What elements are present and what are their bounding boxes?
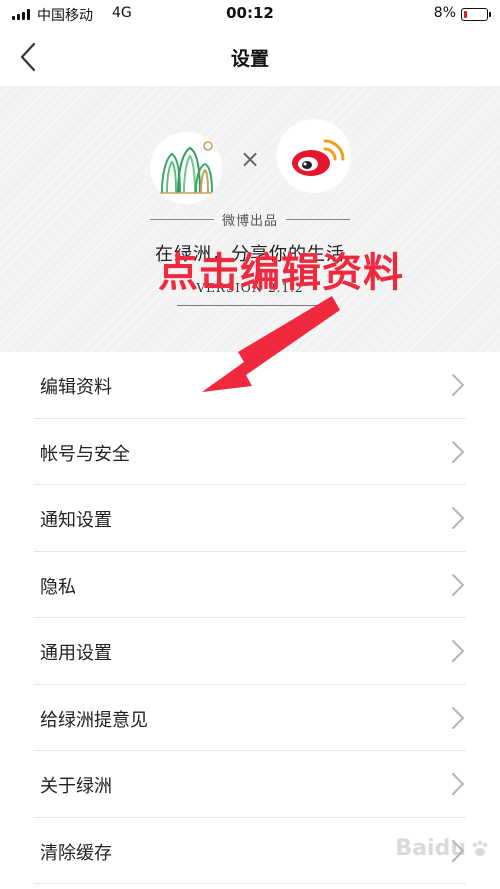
menu-item-label: 通用设置 — [40, 643, 112, 664]
chevron-right-icon — [452, 706, 464, 729]
menu-item-edit-profile[interactable]: 编辑资料 — [34, 352, 466, 419]
status-bar: 中国移动 4G 00:12 8% — [0, 0, 500, 28]
menu-item-label: 编辑资料 — [40, 377, 112, 398]
chevron-right-icon — [452, 440, 464, 463]
battery-icon — [461, 8, 491, 21]
menu-item-label: 通知设置 — [40, 510, 112, 531]
menu-item-about[interactable]: 关于绿洲 — [34, 751, 466, 818]
menu-item-label: 隐私 — [40, 576, 76, 598]
menu-item-feedback[interactable]: 给绿洲提意见 — [34, 685, 466, 751]
menu-item-label: 清除缓存 — [40, 842, 112, 864]
chevron-right-icon — [452, 573, 464, 596]
watermark: Baidu — [395, 836, 490, 861]
weibo-logo-icon — [277, 119, 351, 193]
menu-item-privacy[interactable]: 隐私 — [34, 552, 466, 618]
menu-item-label: 帐号与安全 — [40, 443, 130, 465]
brand-row: 微博出品 — [150, 209, 351, 229]
chevron-right-icon — [452, 640, 464, 662]
chevron-right-icon — [452, 507, 464, 529]
page-title: 设置 — [230, 48, 269, 70]
watermark-text: Baidu — [395, 836, 466, 861]
menu-item-account-security[interactable]: 帐号与安全 — [34, 419, 466, 485]
menu-item-notification-settings[interactable]: 通知设置 — [34, 485, 466, 552]
collaboration-x-mark: × — [240, 145, 261, 173]
menu-item-label: 关于绿洲 — [40, 776, 112, 797]
settings-menu: 编辑资料 帐号与安全 通知设置 隐私 通用设置 给绿洲提意见 关于绿洲 清除缓存 — [0, 352, 500, 884]
app-banner: × 微博出品 在绿洲，分享你的生活 VERSION 2.1.2 — [0, 86, 500, 352]
tutorial-annotation: 点击编辑资料 — [158, 250, 404, 296]
paw-icon — [472, 840, 488, 856]
chevron-right-icon — [452, 773, 464, 795]
battery-percent: 8% — [433, 5, 456, 21]
chevron-right-icon — [452, 374, 464, 396]
brand-label: 微博出品 — [222, 213, 279, 229]
version-divider — [177, 305, 323, 306]
menu-item-general-settings[interactable]: 通用设置 — [34, 618, 466, 685]
status-time: 00:12 — [226, 4, 274, 22]
menu-item-label: 给绿洲提意见 — [40, 709, 148, 731]
oasis-logo-icon — [150, 132, 222, 204]
nav-bar: 设置 — [0, 28, 500, 86]
